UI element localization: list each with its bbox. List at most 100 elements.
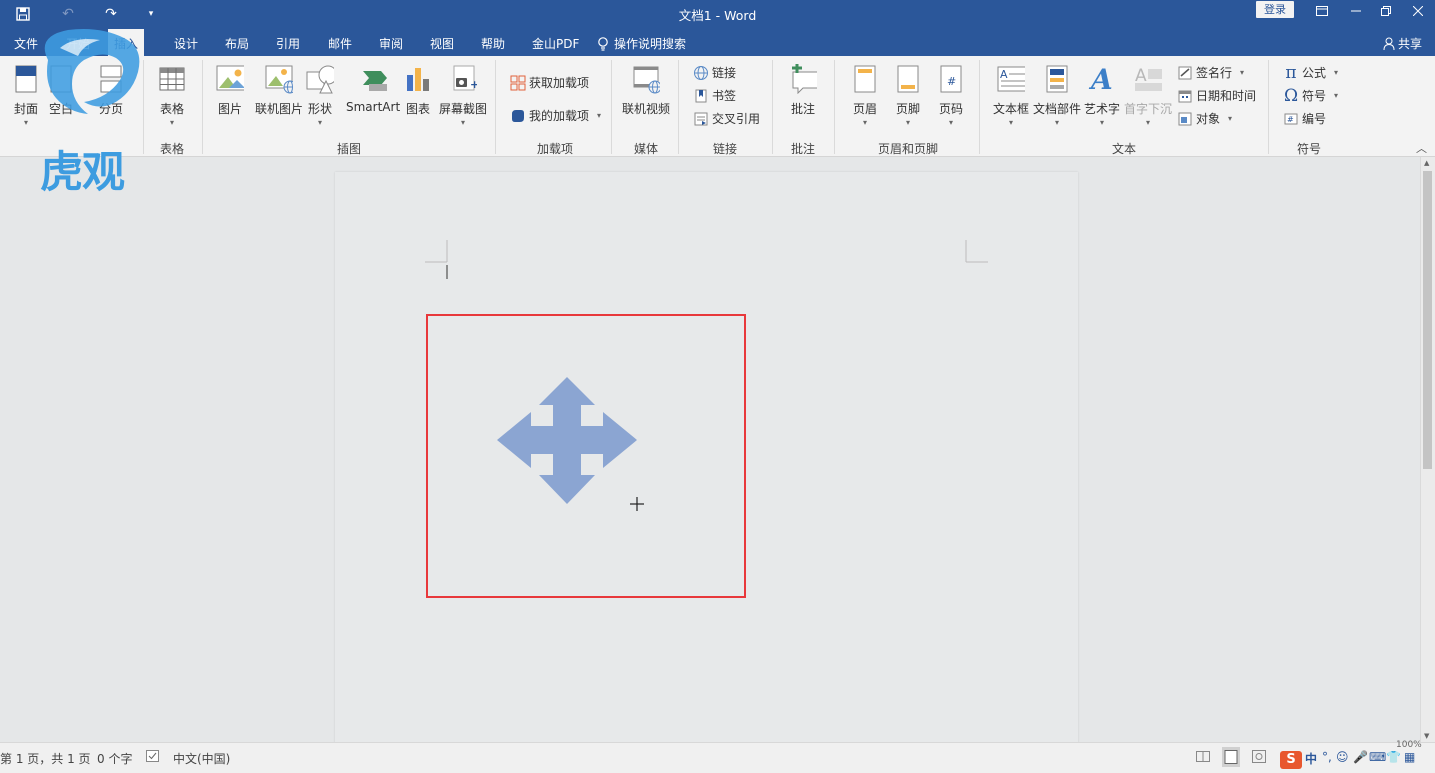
title-bar: ↶ ↷ ▾ 文档1 - Word 登录 bbox=[0, 0, 1435, 29]
toolbox-icon[interactable]: ▦ bbox=[1404, 750, 1415, 764]
symbol-button[interactable]: Ω 符号 ▾ bbox=[1283, 86, 1339, 106]
keyboard-icon[interactable]: ⌨ bbox=[1369, 750, 1386, 764]
web-layout-icon[interactable] bbox=[1252, 750, 1266, 766]
zoom-level[interactable]: 100% bbox=[1396, 740, 1422, 750]
header-icon bbox=[851, 64, 879, 94]
online-picture-button[interactable]: 联机图片 bbox=[255, 64, 303, 117]
login-button[interactable]: 登录 bbox=[1256, 1, 1294, 18]
quick-parts-button[interactable]: 文档部件 ▾ bbox=[1033, 64, 1081, 127]
new-comment-button[interactable]: 批注 bbox=[789, 64, 817, 117]
footer-label: 页脚 bbox=[895, 102, 920, 116]
picture-button[interactable]: 图片 bbox=[216, 64, 244, 117]
skin-icon[interactable]: 👕 bbox=[1386, 750, 1401, 764]
footer-icon bbox=[894, 64, 922, 94]
smartart-button[interactable]: SmartArt bbox=[346, 64, 400, 114]
numbering-icon: # bbox=[1283, 111, 1299, 127]
person-icon bbox=[1383, 37, 1395, 50]
object-button[interactable]: 对象 ▾ bbox=[1177, 110, 1232, 127]
bookmark-button[interactable]: 书签 bbox=[693, 87, 736, 104]
online-video-button[interactable]: 联机视频 bbox=[622, 64, 670, 117]
cross-reference-label: 交叉引用 bbox=[712, 112, 761, 126]
sogou-ime-icon[interactable]: S bbox=[1280, 751, 1302, 769]
proofing-icon[interactable] bbox=[146, 750, 160, 766]
get-addins-button[interactable]: 获取加载项 bbox=[510, 74, 589, 91]
object-icon bbox=[1177, 111, 1193, 127]
group-label-media: 媒体 bbox=[633, 142, 658, 156]
shapes-button[interactable]: 形状 ▾ bbox=[306, 64, 334, 127]
vertical-scrollbar[interactable]: ▲ ▼ bbox=[1420, 157, 1435, 742]
group-divider bbox=[202, 60, 203, 154]
link-button[interactable]: 链接 bbox=[693, 64, 736, 81]
scrollbar-thumb[interactable] bbox=[1423, 171, 1432, 469]
tab-references[interactable]: 引用 bbox=[276, 35, 300, 52]
tab-design[interactable]: 设计 bbox=[174, 35, 198, 52]
picture-icon bbox=[216, 64, 244, 94]
group-label-comments: 批注 bbox=[790, 142, 815, 156]
page-overlay bbox=[425, 240, 988, 598]
chart-label: 图表 bbox=[405, 102, 430, 116]
lightbulb-icon bbox=[598, 36, 608, 51]
tab-help[interactable]: 帮助 bbox=[481, 35, 505, 52]
margin-mark-top-right bbox=[965, 240, 988, 263]
textbox-button[interactable]: A 文本框 ▾ bbox=[993, 64, 1029, 127]
group-divider bbox=[495, 60, 496, 154]
tab-review[interactable]: 审阅 bbox=[379, 35, 403, 52]
comment-label: 批注 bbox=[790, 102, 815, 116]
ribbon-options-icon[interactable] bbox=[1306, 0, 1338, 22]
chart-button[interactable]: 图表 bbox=[404, 64, 432, 117]
emoji-icon[interactable]: ☺ bbox=[1336, 750, 1349, 764]
print-layout-icon[interactable] bbox=[1222, 747, 1240, 767]
ime-mode-indicator[interactable]: 中 bbox=[1305, 750, 1317, 767]
drop-cap-button[interactable]: A 首字下沉 ▾ bbox=[1124, 64, 1172, 127]
date-time-label: 日期和时间 bbox=[1196, 89, 1257, 103]
highlight-box bbox=[426, 314, 746, 598]
chart-icon bbox=[404, 64, 432, 94]
tell-me-search[interactable]: 操作说明搜索 bbox=[597, 35, 686, 52]
punctuation-icon[interactable]: °, bbox=[1322, 750, 1332, 764]
online-picture-label: 联机图片 bbox=[255, 102, 304, 116]
dropdown-arrow-icon: ▾ bbox=[461, 118, 466, 127]
dropdown-arrow-icon: ▾ bbox=[1334, 91, 1339, 100]
dropdown-arrow-icon: ▾ bbox=[1100, 118, 1105, 127]
screenshot-button[interactable]: + 屏幕截图 ▾ bbox=[439, 64, 487, 127]
page-count[interactable]: 第 1 页，共 1 页 bbox=[0, 750, 91, 767]
document-page[interactable] bbox=[335, 172, 1078, 752]
date-time-button[interactable]: 日期和时间 bbox=[1177, 87, 1256, 104]
get-addins-label: 获取加载项 bbox=[529, 76, 590, 90]
wordart-button[interactable]: A 艺术字 ▾ bbox=[1084, 64, 1120, 127]
tab-wps-pdf[interactable]: 金山PDF bbox=[532, 35, 579, 52]
share-button[interactable]: 共享 bbox=[1383, 35, 1422, 52]
group-label-header-footer: 页眉和页脚 bbox=[877, 142, 938, 156]
scroll-down-icon[interactable]: ▼ bbox=[1424, 732, 1429, 740]
language-indicator[interactable]: 中文(中国) bbox=[173, 750, 230, 767]
group-label-symbols: 符号 bbox=[1296, 142, 1321, 156]
close-icon[interactable] bbox=[1402, 0, 1434, 22]
picture-label: 图片 bbox=[217, 102, 242, 116]
tab-mailings[interactable]: 邮件 bbox=[328, 35, 352, 52]
my-addins-button[interactable]: 我的加载项 ▾ bbox=[510, 107, 601, 124]
numbering-button[interactable]: # 编号 bbox=[1283, 110, 1326, 127]
scroll-up-icon[interactable]: ▲ bbox=[1424, 159, 1429, 167]
read-mode-icon[interactable] bbox=[1196, 750, 1210, 766]
footer-button[interactable]: 页脚 ▾ bbox=[894, 64, 922, 127]
page-number-button[interactable]: # 页码 ▾ bbox=[937, 64, 965, 127]
cross-reference-button[interactable]: 交叉引用 bbox=[693, 110, 760, 127]
restore-icon[interactable] bbox=[1370, 0, 1402, 22]
table-button[interactable]: 表格 ▾ bbox=[158, 64, 186, 127]
quick-parts-label: 文档部件 bbox=[1033, 102, 1082, 116]
equation-button[interactable]: π 公式 ▾ bbox=[1283, 63, 1338, 83]
drop-cap-label: 首字下沉 bbox=[1124, 102, 1173, 116]
crosshair-icon bbox=[630, 497, 644, 511]
tab-layout[interactable]: 布局 bbox=[225, 35, 249, 52]
collapse-ribbon-icon[interactable]: ︿ bbox=[1416, 140, 1427, 156]
tab-view[interactable]: 视图 bbox=[430, 35, 454, 52]
dropdown-arrow-icon: ▾ bbox=[597, 111, 602, 120]
margin-mark-top-left bbox=[425, 240, 448, 263]
shapes-label: 形状 bbox=[307, 102, 332, 116]
header-button[interactable]: 页眉 ▾ bbox=[851, 64, 879, 127]
word-count[interactable]: 0 个字 bbox=[97, 750, 132, 767]
dropdown-arrow-icon: ▾ bbox=[1240, 68, 1245, 77]
minimize-icon[interactable] bbox=[1340, 0, 1372, 22]
signature-line-button[interactable]: 签名行 ▾ bbox=[1177, 64, 1244, 81]
microphone-icon[interactable]: 🎤 bbox=[1353, 750, 1368, 764]
